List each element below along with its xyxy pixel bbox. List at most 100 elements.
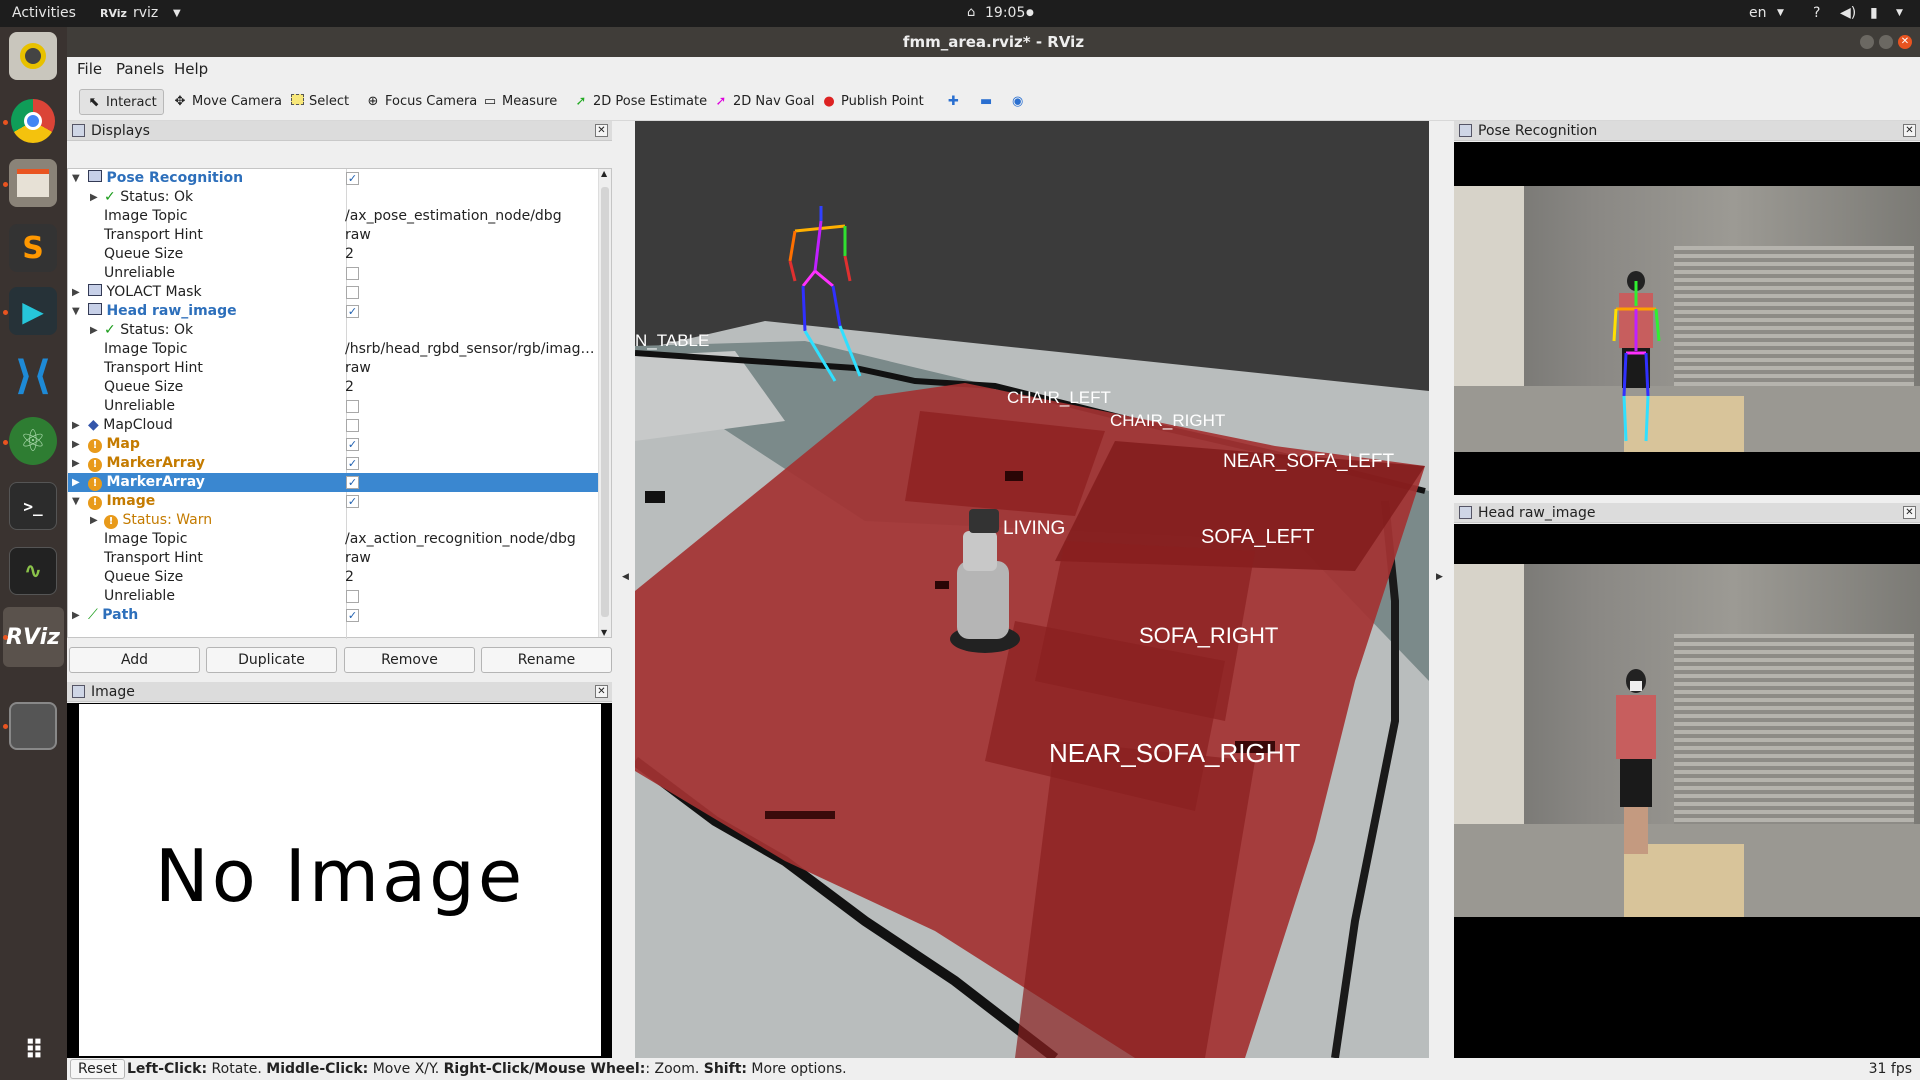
property-row[interactable]: Queue Size 2 [68, 378, 598, 397]
select-tool[interactable]: Select [283, 89, 355, 115]
expand-arrow-icon[interactable]: ▼ [72, 302, 80, 321]
chevron-down-icon[interactable]: ▼ [173, 8, 181, 19]
menu-file[interactable]: File [77, 60, 102, 78]
display-mapcloud[interactable]: ▶ ◆ MapCloud [68, 416, 598, 435]
property-row[interactable]: Queue Size 2 [68, 568, 598, 587]
language-indicator[interactable]: en [1749, 5, 1767, 21]
enable-checkbox[interactable]: ✓ [346, 172, 359, 185]
enable-checkbox[interactable]: ✓ [346, 438, 359, 451]
close-icon[interactable]: ✕ [595, 685, 608, 698]
expand-arrow-icon[interactable]: ▶ [90, 511, 98, 530]
unreliable-checkbox[interactable] [346, 400, 359, 413]
add-button[interactable]: Add [69, 647, 200, 673]
volume-icon[interactable]: ◀) [1840, 5, 1856, 21]
close-icon[interactable]: ✕ [595, 124, 608, 137]
collapse-right-icon[interactable]: ▶ [1436, 572, 1443, 582]
chevron-down-icon[interactable]: ▼ [1896, 8, 1903, 18]
property-row[interactable]: Unreliable [68, 397, 598, 416]
battery-icon[interactable]: ▮ [1870, 5, 1878, 21]
expand-arrow-icon[interactable]: ▶ [72, 435, 80, 454]
enable-checkbox[interactable]: ✓ [346, 305, 359, 318]
close-button[interactable]: ✕ [1898, 35, 1912, 49]
enable-checkbox[interactable]: ✓ [346, 495, 359, 508]
display-yolact-mask[interactable]: ▶ YOLACT Mask [68, 283, 598, 302]
tool-properties-button[interactable]: ◉ [1006, 89, 1029, 115]
tree-scrollbar[interactable]: ▲ ▼ [598, 169, 611, 637]
display-image[interactable]: ▼ ! Image ✓ [68, 492, 598, 511]
atom-icon[interactable]: ⚛ [9, 417, 57, 465]
rhythmbox-icon[interactable] [9, 32, 57, 80]
display-head-raw-image[interactable]: ▼ Head raw_image ✓ [68, 302, 598, 321]
unreliable-checkbox[interactable] [346, 590, 359, 603]
close-icon[interactable]: ✕ [1903, 124, 1916, 137]
expand-arrow-icon[interactable]: ▶ [72, 283, 80, 302]
clion-icon[interactable]: ▶ [9, 287, 57, 335]
activities-button[interactable]: Activities [12, 5, 76, 21]
property-row[interactable]: Image Topic/ax_pose_estimation_node/dbg [68, 207, 598, 226]
duplicate-button[interactable]: Duplicate [206, 647, 337, 673]
terminal-icon[interactable]: >_ [9, 482, 57, 530]
chrome-icon[interactable] [9, 97, 57, 145]
show-applications-icon[interactable]: ⠿ [9, 1027, 57, 1075]
property-row[interactable]: Queue Size 2 [68, 245, 598, 264]
display-map[interactable]: ▶ ! Map ✓ [68, 435, 598, 454]
expand-arrow-icon[interactable]: ▶ [72, 606, 80, 625]
display-markerarray[interactable]: ▶ ! MarkerArray ✓ [68, 454, 598, 473]
clock[interactable]: 19:05 [985, 5, 1025, 21]
remove-button[interactable]: Remove [344, 647, 475, 673]
expand-arrow-icon[interactable]: ▶ [72, 416, 80, 435]
render-3d-view[interactable]: N_TABLE CHAIR_LEFT CHAIR_RIGHT NEAR_SOFA… [635, 121, 1429, 1058]
property-row[interactable]: Transport Hint raw [68, 359, 598, 378]
enable-checkbox[interactable]: ✓ [346, 476, 359, 489]
scene-svg[interactable] [635, 121, 1429, 1058]
system-monitor-icon[interactable]: ∿ [9, 547, 57, 595]
expand-arrow-icon[interactable]: ▶ [72, 473, 80, 492]
property-row[interactable]: Unreliable [68, 587, 598, 606]
reset-button[interactable]: Reset [70, 1059, 126, 1079]
scroll-thumb[interactable] [601, 187, 609, 617]
property-row[interactable]: Unreliable [68, 264, 598, 283]
property-row[interactable]: Transport Hint raw [68, 549, 598, 568]
scroll-down-icon[interactable]: ▼ [601, 628, 607, 637]
menu-panels[interactable]: Panels [116, 60, 164, 78]
enable-checkbox[interactable]: ✓ [346, 457, 359, 470]
chevron-down-icon[interactable]: ▼ [1777, 8, 1784, 18]
expand-arrow-icon[interactable]: ▼ [72, 492, 80, 511]
remove-tool-button[interactable]: ▬ [974, 89, 998, 115]
measure-tool[interactable]: ▭ Measure [476, 89, 563, 115]
rviz-icon[interactable]: RViz [6, 613, 60, 661]
files-icon[interactable] [9, 159, 57, 207]
property-row[interactable]: Transport Hint raw [68, 226, 598, 245]
minimize-button[interactable] [1860, 35, 1874, 49]
display-markerarray-selected[interactable]: ▶ ! MarkerArray ✓ [68, 473, 598, 492]
property-row[interactable]: Image Topic/ax_action_recognition_node/d… [68, 530, 598, 549]
move-camera-tool[interactable]: ✥ Move Camera [166, 89, 288, 115]
expand-arrow-icon[interactable]: ▶ [72, 454, 80, 473]
menu-help[interactable]: Help [174, 60, 208, 78]
expand-arrow-icon[interactable]: ▶ [90, 188, 98, 207]
scroll-up-icon[interactable]: ▲ [601, 169, 607, 178]
display-path[interactable]: ▶ ⟋ Path ✓ [68, 606, 598, 625]
maximize-button[interactable] [1879, 35, 1893, 49]
window-icon[interactable] [9, 702, 57, 750]
focus-camera-tool[interactable]: ⊕ Focus Camera [359, 89, 483, 115]
expand-arrow-icon[interactable]: ▼ [72, 169, 80, 188]
app-menu-label[interactable]: rviz [133, 5, 158, 21]
vscode-icon[interactable]: ⟩⟨ [9, 352, 57, 400]
add-tool-button[interactable]: ✚ [942, 89, 965, 115]
collapse-left-icon[interactable]: ◀ [622, 572, 629, 582]
sublime-text-icon[interactable]: S [9, 224, 57, 272]
network-icon[interactable]: ? [1813, 5, 1820, 21]
publish-point-tool[interactable]: ● Publish Point [815, 89, 930, 115]
close-icon[interactable]: ✕ [1903, 506, 1916, 519]
enable-checkbox[interactable]: ✓ [346, 609, 359, 622]
enable-checkbox[interactable] [346, 286, 359, 299]
display-pose-recognition[interactable]: ▼ Pose Recognition ✓ [68, 169, 598, 188]
property-row[interactable]: Image Topic/hsrb/head_rgbd_sensor/rgb/im… [68, 340, 598, 359]
expand-arrow-icon[interactable]: ▶ [90, 321, 98, 340]
unreliable-checkbox[interactable] [346, 267, 359, 280]
pose-estimate-tool[interactable]: ➚ 2D Pose Estimate [567, 89, 713, 115]
nav-goal-tool[interactable]: ➚ 2D Nav Goal [707, 89, 821, 115]
interact-tool[interactable]: ⬉ Interact [79, 89, 164, 115]
rename-button[interactable]: Rename [481, 647, 612, 673]
